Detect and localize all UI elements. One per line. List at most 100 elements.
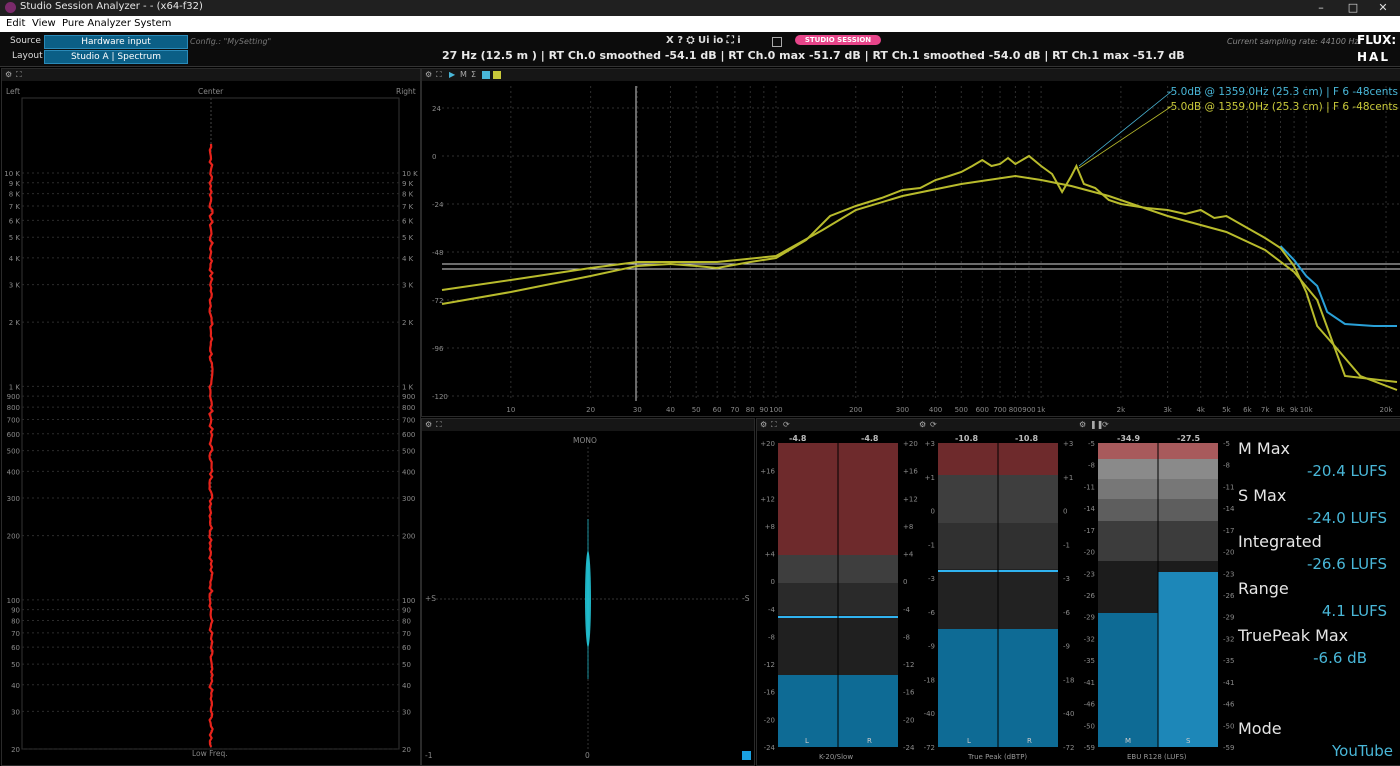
source-select[interactable]: Hardware input	[44, 35, 188, 49]
freq-tick-left: 7 K	[9, 203, 21, 211]
meter-tick: +1	[1063, 474, 1073, 482]
meter-tick: +12	[903, 495, 918, 503]
settings-icon[interactable]: ⚙	[425, 70, 432, 79]
meter-tick: -46	[1084, 701, 1096, 709]
preset-icon[interactable]	[772, 37, 782, 47]
meter-tick: -20	[764, 716, 775, 724]
spectrum-x-tick: 70	[730, 406, 739, 414]
reset-icon[interactable]: ⟳	[783, 420, 790, 429]
meter-tick: -40	[924, 710, 935, 718]
spectrum-x-tick: 800	[1009, 406, 1022, 414]
settings-icon-ebu[interactable]: ⚙	[1079, 420, 1086, 429]
meter-tick: -14	[1223, 505, 1235, 513]
spectrum-x-tick: 30	[633, 406, 642, 414]
freq-tick-left: 400	[7, 468, 20, 476]
tp-ch-r: R	[1027, 737, 1032, 745]
m-max-value: -20.4 LUFS	[1306, 462, 1387, 480]
meter-tick: -16	[903, 689, 915, 697]
spectrum-x-tick: 100	[769, 406, 782, 414]
meter-tick: -17	[1084, 527, 1095, 535]
meter-tick: -4	[903, 606, 911, 614]
spectrum-y-tick: -48	[432, 249, 443, 257]
meter-tick: -5	[1223, 440, 1230, 448]
m-icon[interactable]: M	[460, 70, 467, 79]
meter-tick: 0	[1063, 508, 1067, 516]
toolbar-icons[interactable]: X ? ⛭ Ui io ⛶ i	[666, 35, 741, 46]
meter-tick: -41	[1084, 679, 1095, 687]
vector-trace	[208, 143, 214, 748]
stereo-indicator[interactable]	[742, 751, 751, 760]
meter-tick: -8	[768, 633, 775, 641]
freq-tick-right: 200	[402, 533, 415, 541]
peak-annotation-ch0: -5.0dB @ 1359.0Hz (25.3 cm) | F 6 -48cen…	[1167, 86, 1398, 98]
spectrum-x-tick: 20k	[1380, 406, 1394, 414]
spectrum-x-tick: 8k	[1276, 406, 1285, 414]
freq-tick-right: 8 K	[402, 191, 414, 199]
meter-tick: +3	[1063, 440, 1073, 448]
freq-tick-right: 60	[402, 644, 411, 652]
freq-tick-left: 200	[7, 533, 20, 541]
layout-select[interactable]: Studio A | Spectrum	[44, 50, 188, 64]
settings-icon-tp[interactable]: ⚙	[919, 420, 926, 429]
meter-tick: -1	[1063, 541, 1070, 549]
tp-peak-l: -10.8	[955, 434, 978, 443]
menu-pure-analyzer-system[interactable]: Pure Analyzer System	[62, 18, 171, 29]
maximize-button[interactable]: □	[1338, 0, 1368, 16]
meter-tick: -18	[1063, 676, 1074, 684]
minimize-button[interactable]: –	[1306, 0, 1336, 16]
fullscreen-icon[interactable]: ⛶	[771, 420, 777, 430]
meter-tick: -40	[1063, 710, 1074, 718]
meter-tick: -35	[1223, 657, 1234, 665]
k20-meter: +20 +20 +16 +16 +12 +12 +8 +8 +4 +4 0 0 -4 -4 -8 -8 -12 -…	[760, 440, 918, 752]
play-icon[interactable]: ▶	[449, 70, 455, 79]
close-button[interactable]: ✕	[1368, 0, 1398, 16]
meter-tick: -29	[1084, 614, 1095, 622]
meter-tick: -20	[903, 716, 914, 724]
k20-peak-r: -4.8	[861, 434, 879, 443]
window-titlebar: Studio Session Analyzer - - (x64-f32) – …	[0, 0, 1400, 16]
meter-tick: +8	[903, 523, 913, 531]
meter-tick: -26	[1223, 592, 1235, 600]
reset-icon-tp[interactable]: ⟳	[930, 420, 937, 429]
spectrum-x-tick: 3k	[1163, 406, 1172, 414]
tp-ch-l: L	[967, 737, 971, 745]
settings-icon[interactable]: ⚙	[760, 420, 767, 429]
channel1-toggle[interactable]	[482, 71, 490, 79]
mode-value[interactable]: YouTube	[1237, 742, 1393, 760]
meter-tick: -14	[1084, 505, 1096, 513]
spectrum-x-tick: 4k	[1196, 406, 1205, 414]
freq-tick-right: 700	[402, 416, 415, 424]
freq-tick-right: 400	[402, 468, 415, 476]
spectrum-x-tick: 10	[506, 406, 515, 414]
window-title: Studio Session Analyzer - - (x64-f32)	[20, 1, 203, 12]
meter-tick: -12	[903, 661, 914, 669]
freq-tick-right: 6 K	[402, 217, 414, 225]
spectrum-x-tick: 60	[713, 406, 722, 414]
spectrum-plot: 24 0 -24 -48 -72 -96 -120 10 20 30 40 50 60 70 80 90 100…	[432, 86, 1400, 414]
studio-session-badge[interactable]: STUDIO SESSION	[795, 35, 881, 45]
meter-tick: -6	[928, 609, 936, 617]
annotation-leader-2	[1078, 105, 1173, 169]
mode-label: Mode	[1238, 719, 1282, 738]
truepeak-meter: +3 +3 +1 +1 0 0 -1 -1 -3 -3 -6 -6 -9 -9 -18 -18 -40 -40 -7…	[924, 440, 1075, 752]
freq-tick-left: 70	[11, 630, 20, 638]
freq-tick-right: 20	[402, 746, 411, 754]
freq-tick-right: 70	[402, 630, 411, 638]
meter-tick: -3	[928, 575, 935, 583]
freq-tick-left: 90	[11, 607, 20, 615]
freq-tick-right: 5 K	[402, 234, 414, 242]
channel2-toggle[interactable]	[493, 71, 501, 79]
fullscreen-icon[interactable]: ⛶	[436, 70, 442, 80]
meter-tick: -1	[928, 541, 935, 549]
layout-label: Layout	[12, 51, 43, 61]
spectrum-x-tick: 90	[759, 406, 768, 414]
sigma-icon[interactable]: Σ	[471, 70, 476, 79]
spectrum-realtime-trace	[441, 154, 1398, 391]
freq-tick-left: 10 K	[4, 170, 20, 178]
meters-panel: ⚙ ⛶ ⟳ ⚙ ⟳ ⚙ ❚❚ ⟳ +20 +20 +16 +16 +12 +12 +8 +8 +…	[756, 418, 1400, 766]
menu-view[interactable]: View	[32, 18, 56, 29]
freq-tick-right: 7 K	[402, 203, 414, 211]
spectrum-x-tick: 300	[896, 406, 909, 414]
menu-edit[interactable]: Edit	[6, 18, 25, 29]
reset-icon-ebu[interactable]: ⟳	[1102, 420, 1109, 429]
